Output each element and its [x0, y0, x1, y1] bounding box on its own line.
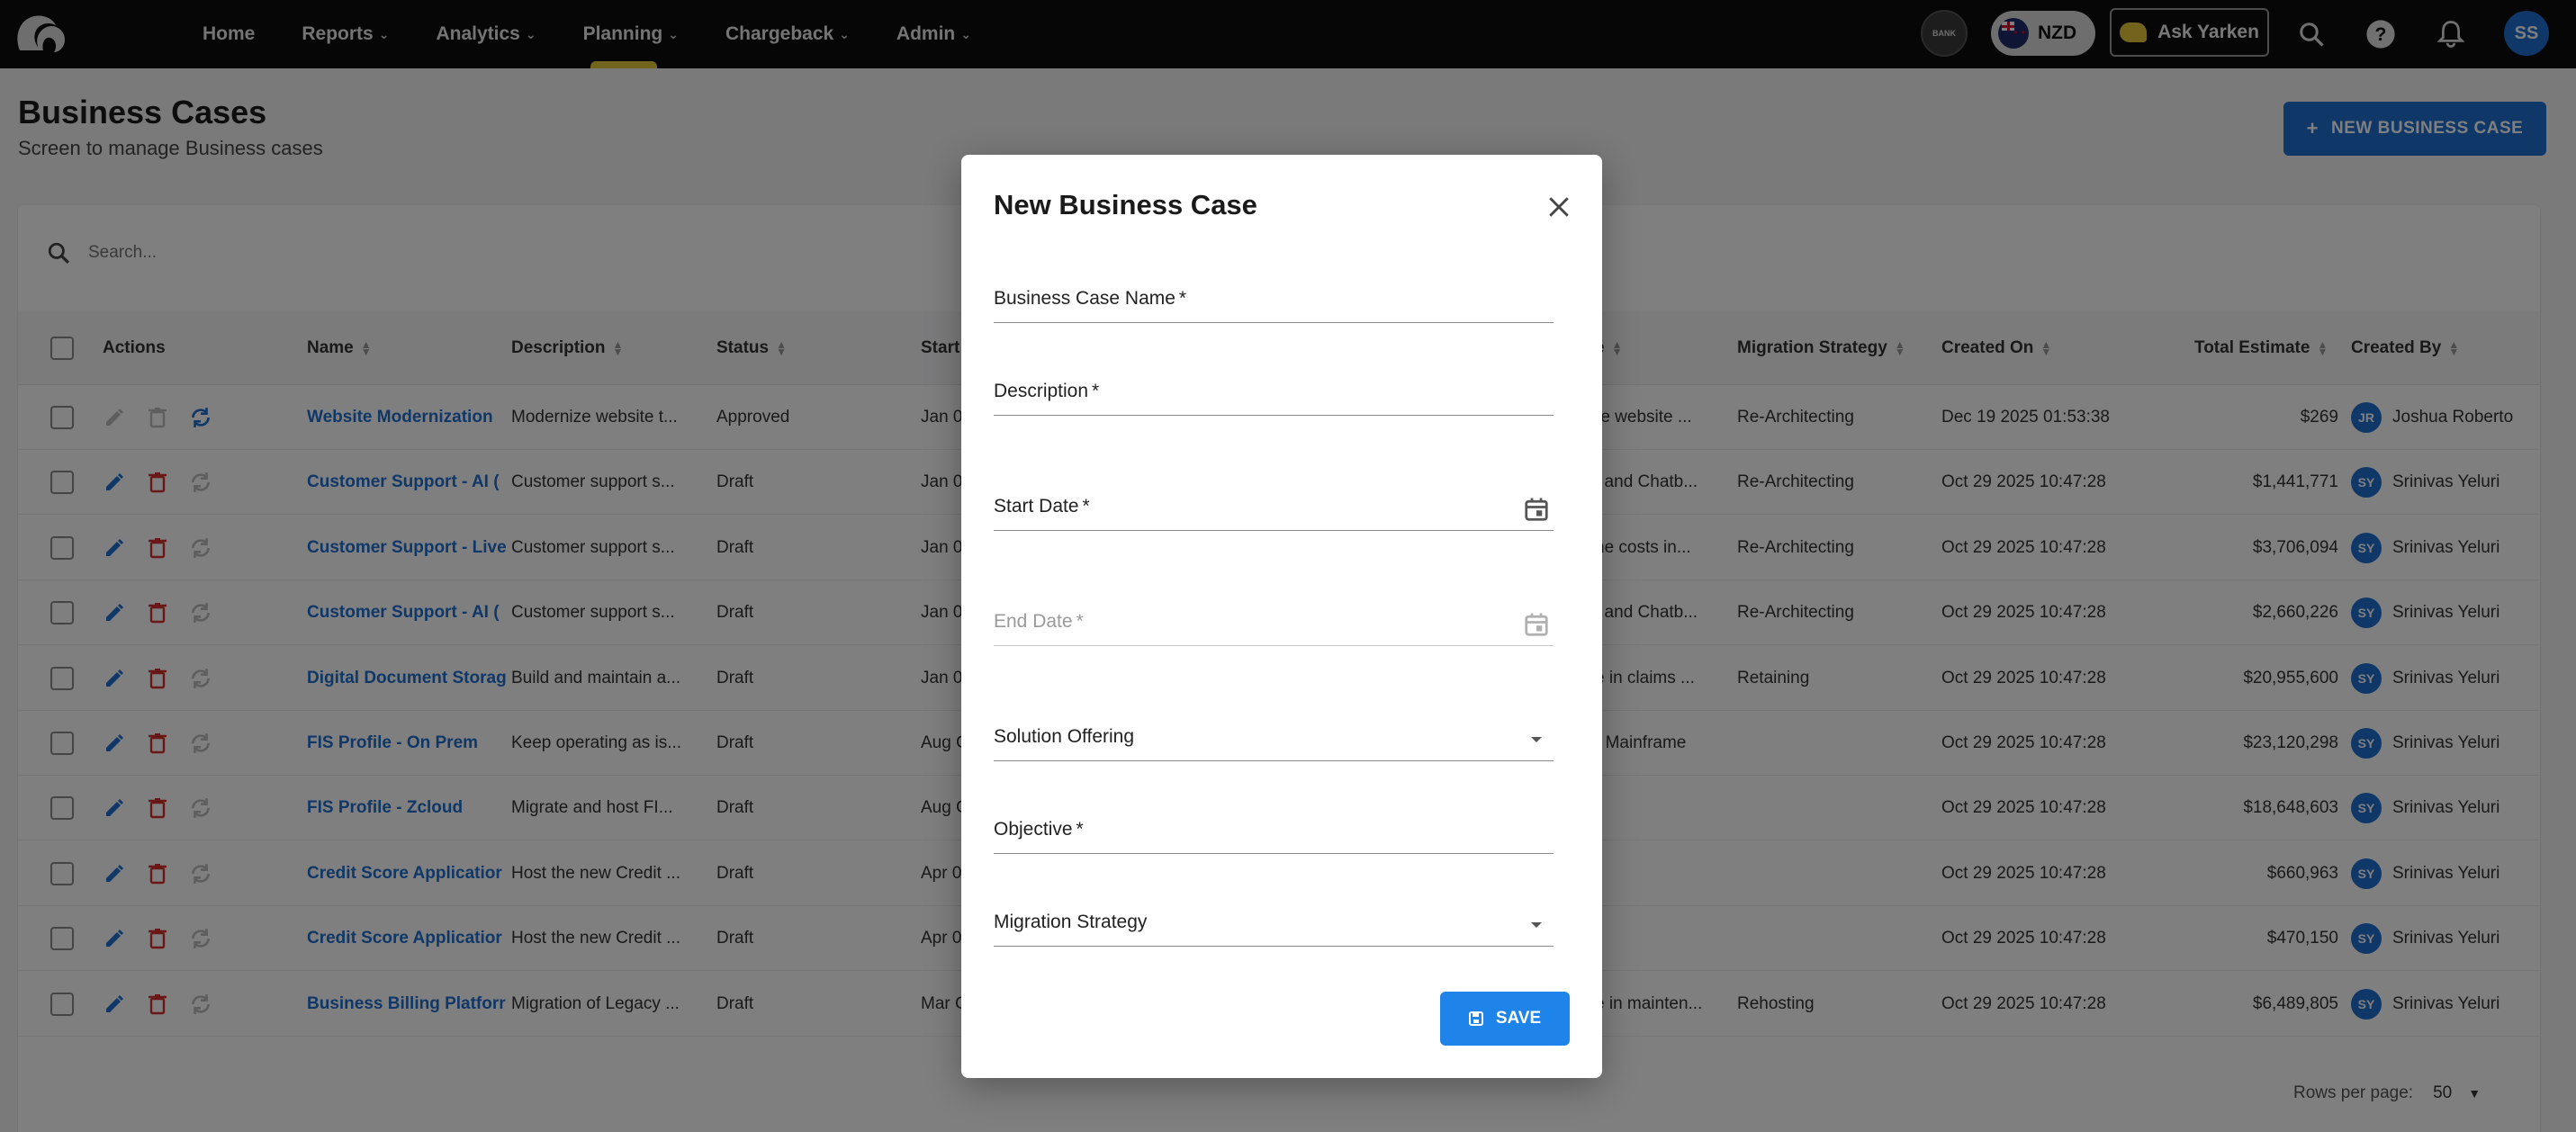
calendar-icon[interactable] [1519, 492, 1554, 526]
field-label: Business Case Name * [994, 288, 1187, 309]
objective-field[interactable]: Objective * [994, 791, 1554, 854]
field-label: End Date * [994, 611, 1084, 632]
field-label: Objective * [994, 819, 1084, 840]
start-date-field[interactable]: Start Date * [994, 468, 1554, 531]
dialog-title: New Business Case [994, 189, 1257, 220]
save-button[interactable]: SAVE [1440, 992, 1570, 1046]
calendar-icon [1519, 607, 1554, 642]
field-label: Solution Offering [994, 726, 1135, 747]
solution-offering-field[interactable]: Solution Offering [994, 698, 1554, 761]
caret-down-icon[interactable] [1519, 723, 1554, 757]
floppy-disk-icon [1468, 1011, 1483, 1026]
migration-strategy-field[interactable]: Migration Strategy [994, 884, 1554, 947]
business-case-name-field[interactable]: Business Case Name * [994, 260, 1554, 323]
field-label: Start Date * [994, 496, 1090, 517]
field-label: Description * [994, 381, 1100, 401]
field-label: Migration Strategy [994, 912, 1148, 932]
end-date-field: End Date * [994, 583, 1554, 646]
caret-down-icon[interactable] [1519, 908, 1554, 942]
save-label: SAVE [1495, 1009, 1542, 1028]
description-field[interactable]: Description * [994, 353, 1554, 416]
new-business-case-dialog: New Business Case Business Case Name * Des… [961, 155, 1602, 1078]
close-icon[interactable] [1539, 187, 1579, 227]
